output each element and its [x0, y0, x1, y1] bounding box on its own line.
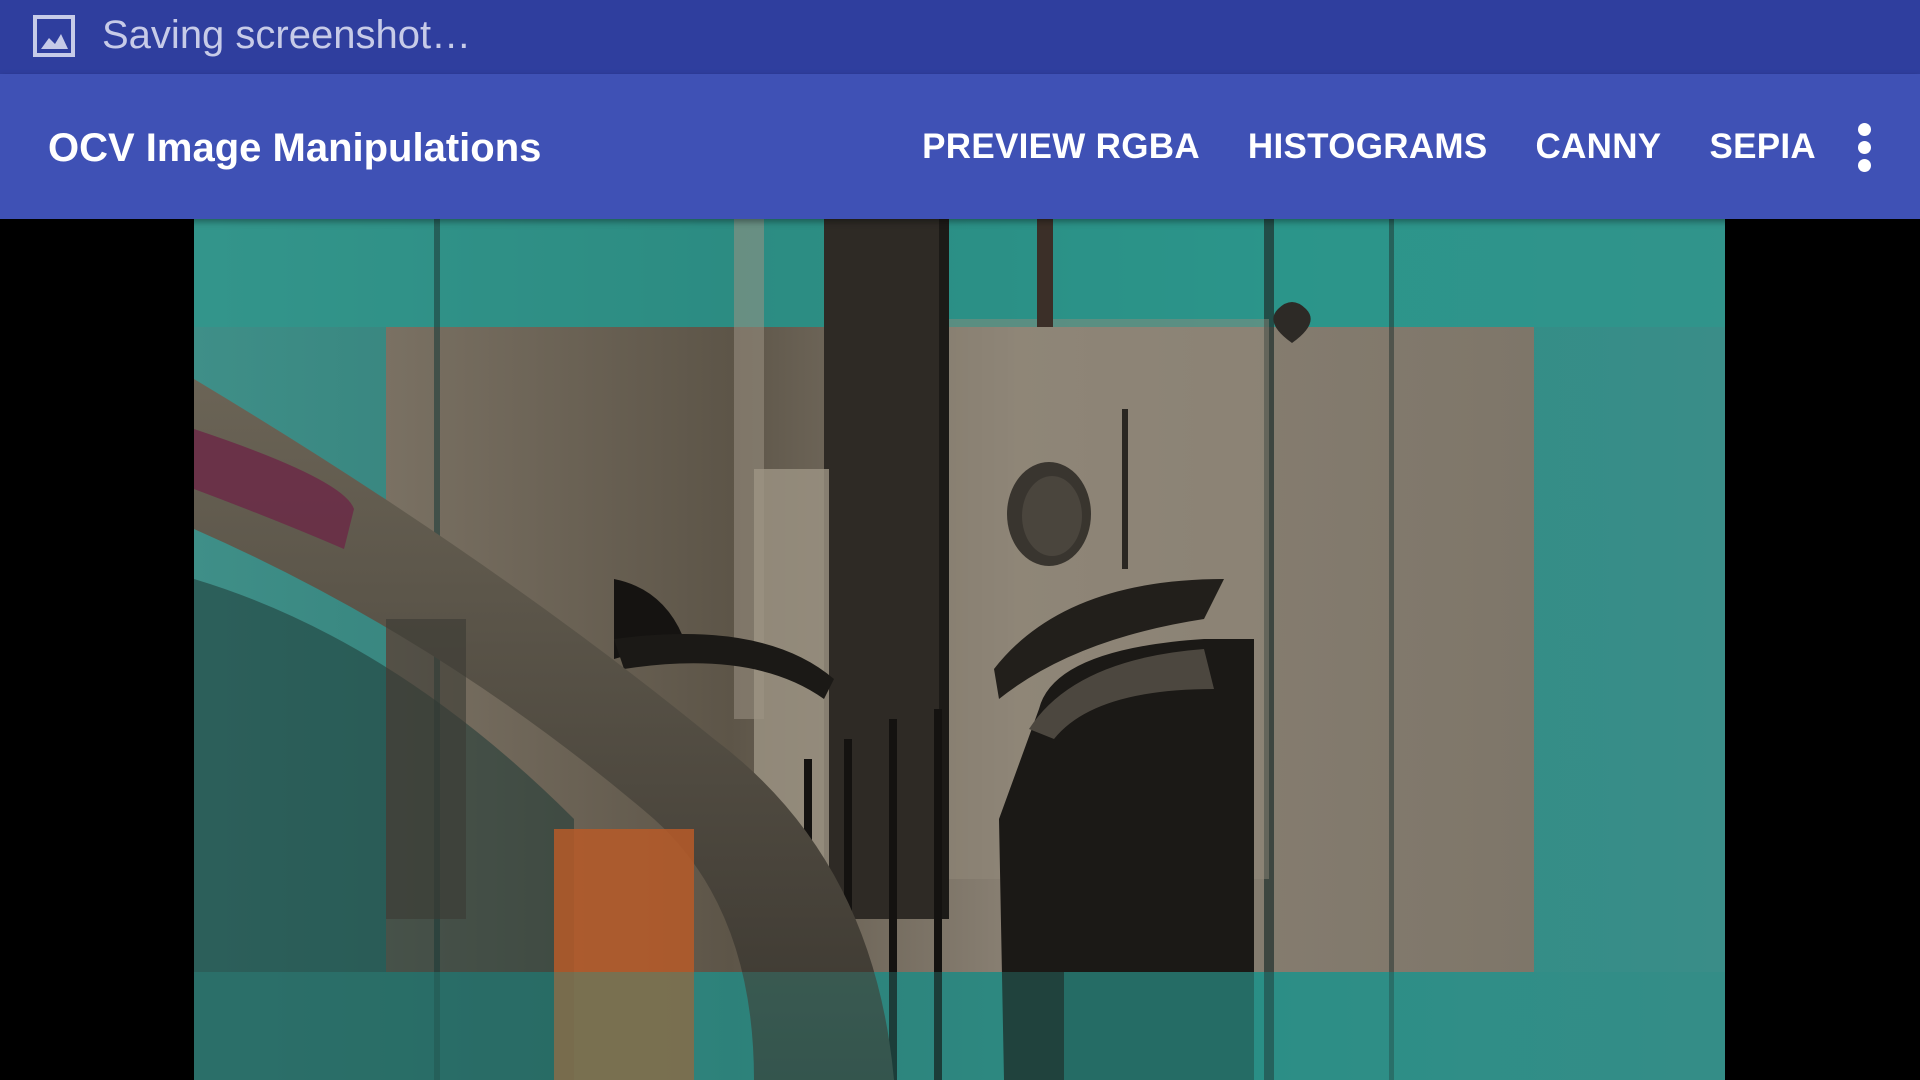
- status-bar: Saving screenshot…: [0, 0, 1920, 74]
- menu-item-preview-rgba[interactable]: PREVIEW RGBA: [922, 127, 1200, 167]
- menu-item-sepia[interactable]: SEPIA: [1709, 127, 1816, 167]
- action-bar: OCV Image Manipulations PREVIEW RGBA HIS…: [0, 74, 1920, 219]
- menu-item-histograms[interactable]: HISTOGRAMS: [1248, 127, 1488, 167]
- app-title: OCV Image Manipulations: [48, 126, 542, 170]
- more-vert-icon[interactable]: [1816, 74, 1920, 219]
- image-icon: [32, 14, 76, 58]
- action-menu: PREVIEW RGBA HISTOGRAMS CANNY SEPIA: [874, 74, 1816, 219]
- camera-scene: [194, 219, 1725, 1080]
- camera-preview[interactable]: [194, 219, 1725, 1080]
- notification-text: Saving screenshot…: [102, 13, 472, 57]
- menu-item-canny[interactable]: CANNY: [1536, 127, 1662, 167]
- app-screen: Saving screenshot… OCV Image Manipulatio…: [0, 0, 1920, 1080]
